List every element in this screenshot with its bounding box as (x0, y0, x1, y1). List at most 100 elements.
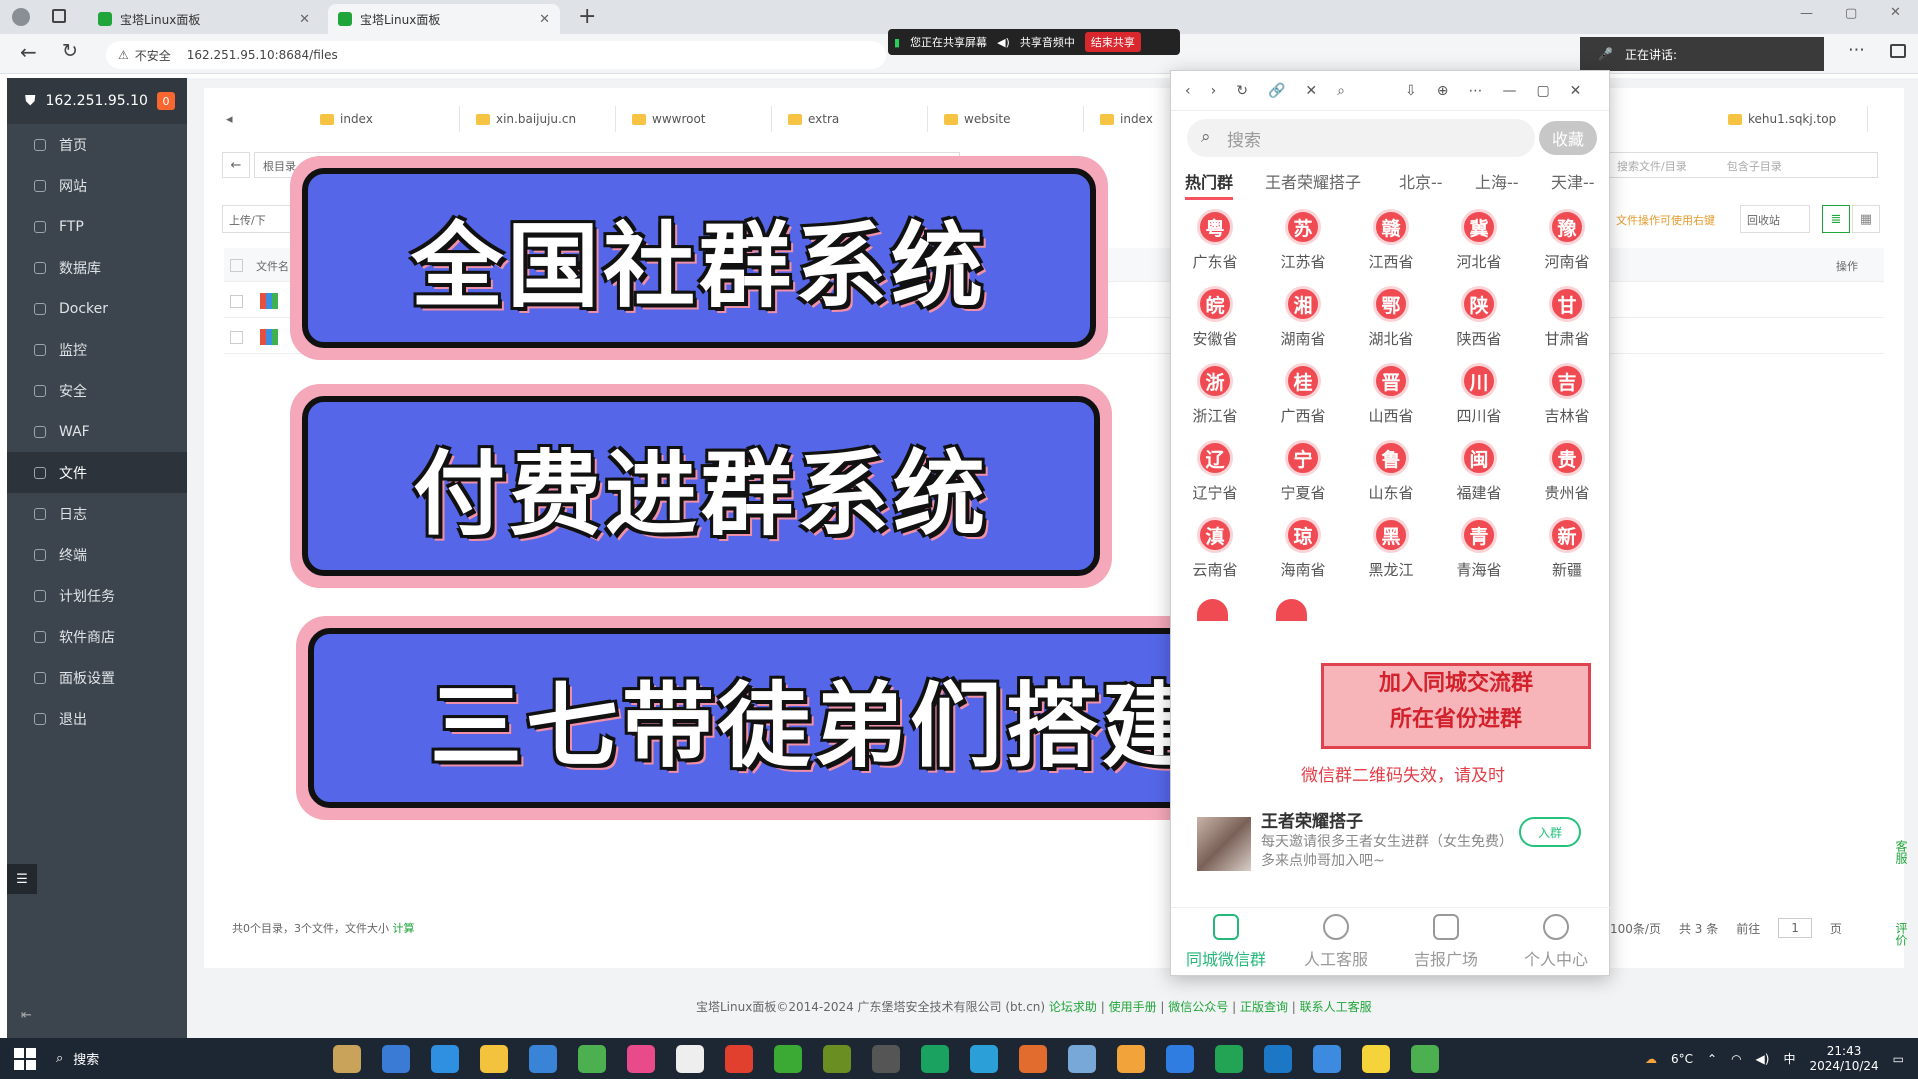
tab-wangzhe[interactable]: 王者荣耀搭子 (1265, 169, 1361, 193)
back-icon[interactable]: ‹ (1185, 83, 1191, 99)
sidebar-item-13[interactable]: 面板设置 (7, 657, 187, 698)
province-item[interactable]: 滇云南省 (1185, 517, 1245, 580)
list-view-button[interactable]: ≣ (1822, 205, 1850, 233)
taskbar-app-icon[interactable] (676, 1044, 705, 1073)
sidebar-item-12[interactable]: 软件商店 (7, 616, 187, 657)
sidebar-item-9[interactable]: 日志 (7, 493, 187, 534)
province-item[interactable]: 黑黑龙江 (1361, 517, 1421, 580)
taskbar-search[interactable]: 搜索 (73, 1049, 243, 1068)
stop-share-button[interactable]: 结束共享 (1084, 32, 1141, 52)
path-back-button[interactable]: ← (222, 152, 250, 178)
more-menu-icon[interactable]: ⋯ (1848, 40, 1865, 60)
sidebar-item-6[interactable]: 安全 (7, 370, 187, 411)
footer-link[interactable]: 联系人工客服 (1300, 1000, 1372, 1014)
footer-link[interactable]: 使用手册 (1109, 1000, 1157, 1014)
sidebar-item-0[interactable]: 首页 (7, 124, 187, 165)
row-checkbox[interactable] (230, 295, 243, 308)
collapse-icon[interactable]: ⇤ (21, 1008, 32, 1023)
more-icon[interactable]: ⋯ (1468, 83, 1482, 99)
close-tab-icon[interactable]: ✕ (299, 12, 310, 27)
weather-icon[interactable]: ☁ (1645, 1052, 1657, 1066)
tab-hot[interactable]: 热门群 (1185, 169, 1234, 200)
recycle-bin-button[interactable]: 回收站 (1740, 205, 1810, 233)
sidebar-item-11[interactable]: 计划任务 (7, 575, 187, 616)
footer-link[interactable]: 论坛求助 (1049, 1000, 1097, 1014)
taskbar-app-icon[interactable] (529, 1044, 558, 1073)
province-item[interactable]: 赣江西省 (1361, 209, 1421, 272)
sidebar-item-1[interactable]: 网站 (7, 165, 187, 206)
taskbar-app-icon[interactable] (382, 1044, 411, 1073)
province-item[interactable]: 鄂湖北省 (1361, 286, 1421, 349)
province-item[interactable]: 宁宁夏省 (1273, 440, 1333, 503)
folder-tab[interactable]: wwwroot (622, 106, 772, 132)
folder-tab[interactable]: kehu1.sqkj.top (1718, 106, 1868, 132)
province-item[interactable]: 苏江苏省 (1273, 209, 1333, 272)
province-item[interactable]: 陕陕西省 (1449, 286, 1509, 349)
file-search-input[interactable]: 搜索文件/目录 包含子目录 (1608, 152, 1878, 178)
folder-tab[interactable]: website (934, 106, 1084, 132)
grid-view-button[interactable]: ▦ (1852, 205, 1880, 233)
close-tab-icon[interactable]: ✕ (539, 12, 550, 27)
reload-icon[interactable]: ↻ (62, 40, 78, 62)
province-circle-partial[interactable] (1276, 599, 1307, 621)
nav-city-groups[interactable]: 同城微信群 (1171, 908, 1281, 975)
minimize-icon[interactable]: — (1502, 83, 1516, 99)
sidebar-item-2[interactable]: FTP (7, 206, 187, 247)
taskbar-app-icon[interactable] (1411, 1044, 1440, 1073)
taskbar-app-icon[interactable] (431, 1044, 460, 1073)
back-icon[interactable]: ← (20, 40, 37, 64)
nav-profile[interactable]: 个人中心 (1501, 908, 1611, 975)
province-item[interactable]: 粤广东省 (1185, 209, 1245, 272)
province-item[interactable]: 琼海南省 (1273, 517, 1333, 580)
taskbar-app-icon[interactable] (774, 1044, 803, 1073)
taskbar-app-icon[interactable] (1362, 1044, 1391, 1073)
tab-2[interactable]: 宝塔Linux面板 ✕ (328, 4, 560, 34)
tabs-left-arrow[interactable]: ◂ (226, 112, 233, 127)
taskbar-app-icon[interactable] (627, 1044, 656, 1073)
taskbar-app-icon[interactable] (725, 1044, 754, 1073)
province-item[interactable]: 鲁山东省 (1361, 440, 1421, 503)
search-input[interactable]: ⌕ 搜索 (1187, 119, 1535, 157)
province-item[interactable]: 闽福建省 (1449, 440, 1509, 503)
forward-icon[interactable]: › (1211, 83, 1217, 99)
taskbar-app-icon[interactable] (1313, 1044, 1342, 1073)
upload-button[interactable]: 上传/下 (222, 205, 292, 233)
province-item[interactable]: 吉吉林省 (1537, 363, 1597, 426)
tab-list-icon[interactable] (52, 9, 66, 23)
maximize-icon[interactable]: ▢ (1845, 6, 1857, 21)
service-widget[interactable]: 客服 (1884, 822, 1910, 882)
folder-tab[interactable]: extra (778, 106, 928, 132)
taskbar-app-icon[interactable] (1215, 1044, 1244, 1073)
taskbar-app-icon[interactable] (1068, 1044, 1097, 1073)
wifi-icon[interactable]: ◠ (1731, 1052, 1741, 1066)
page-size-select[interactable]: 100条/页 (1610, 920, 1661, 937)
taskbar-app-icon[interactable] (1019, 1044, 1048, 1073)
taskbar-app-icon[interactable] (823, 1044, 852, 1073)
taskbar-app-icon[interactable] (333, 1044, 362, 1073)
sidebar-item-3[interactable]: 数据库 (7, 247, 187, 288)
review-widget[interactable]: 评价 (1884, 904, 1910, 964)
page-input[interactable]: 1 (1778, 918, 1812, 938)
close-icon[interactable]: ✕ (1570, 83, 1582, 99)
nav-square[interactable]: 吉报广场 (1391, 908, 1501, 975)
download-icon[interactable]: ⇩ (1405, 83, 1417, 99)
province-item[interactable]: 新新疆 (1537, 517, 1597, 580)
province-item[interactable]: 湘湖南省 (1273, 286, 1333, 349)
taskbar-app-icon[interactable] (872, 1044, 901, 1073)
calc-link[interactable]: 计算 (393, 922, 415, 935)
clock[interactable]: 21:43 2024/10/24 (1809, 1044, 1878, 1074)
province-item[interactable]: 辽辽宁省 (1185, 440, 1245, 503)
footer-link[interactable]: 微信公众号 (1168, 1000, 1228, 1014)
minimize-icon[interactable]: — (1800, 6, 1813, 21)
province-item[interactable]: 甘甘肃省 (1537, 286, 1597, 349)
province-item[interactable]: 冀河北省 (1449, 209, 1509, 272)
new-tab-icon[interactable]: + (578, 4, 596, 29)
taskbar-app-icon[interactable] (480, 1044, 509, 1073)
row-checkbox[interactable] (230, 331, 243, 344)
province-item[interactable]: 豫河南省 (1537, 209, 1597, 272)
refresh-icon[interactable]: ↻ (1236, 83, 1248, 99)
notification-badge[interactable]: 0 (157, 92, 175, 110)
link-icon[interactable]: 🔗 (1268, 83, 1285, 99)
tab-tianjin[interactable]: 天津-- (1551, 169, 1595, 193)
taskbar-app-icon[interactable] (970, 1044, 999, 1073)
